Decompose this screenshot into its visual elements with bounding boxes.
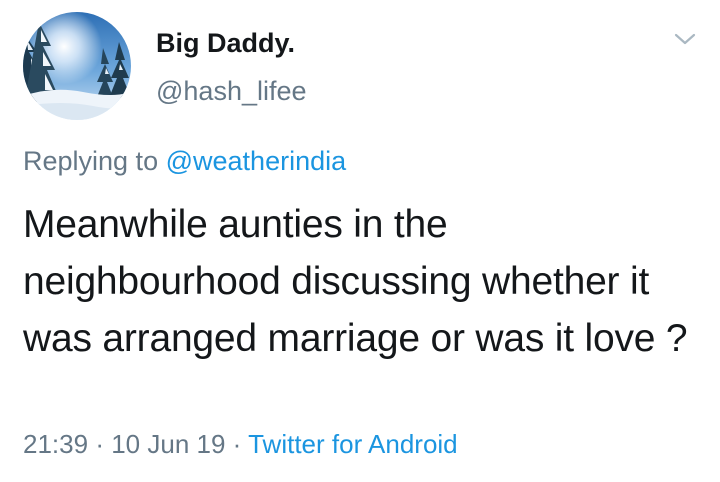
meta-separator: · xyxy=(95,429,104,459)
replying-to-label: Replying to xyxy=(23,146,159,176)
tweet-date[interactable]: 10 Jun 19 xyxy=(111,429,225,459)
user-handle[interactable]: @hash_lifee xyxy=(156,74,307,108)
avatar[interactable] xyxy=(23,12,131,120)
tweet-source-link[interactable]: Twitter for Android xyxy=(248,429,458,459)
snowy-forest-avatar-icon xyxy=(23,12,131,120)
mention-link[interactable]: @weatherindia xyxy=(166,146,347,176)
tweet-meta: 21:39 · 10 Jun 19 · Twitter for Android xyxy=(23,427,458,461)
display-name[interactable]: Big Daddy. xyxy=(156,26,295,60)
tweet-card: Big Daddy. @hash_lifee Replying to @weat… xyxy=(0,0,720,482)
replying-to-line: Replying to @weatherindia xyxy=(23,144,346,178)
meta-separator: · xyxy=(232,429,242,459)
tweet-time[interactable]: 21:39 xyxy=(23,429,88,459)
tweet-text: Meanwhile aunties in the neighbourhood d… xyxy=(23,203,688,360)
chevron-down-icon[interactable] xyxy=(672,28,698,50)
